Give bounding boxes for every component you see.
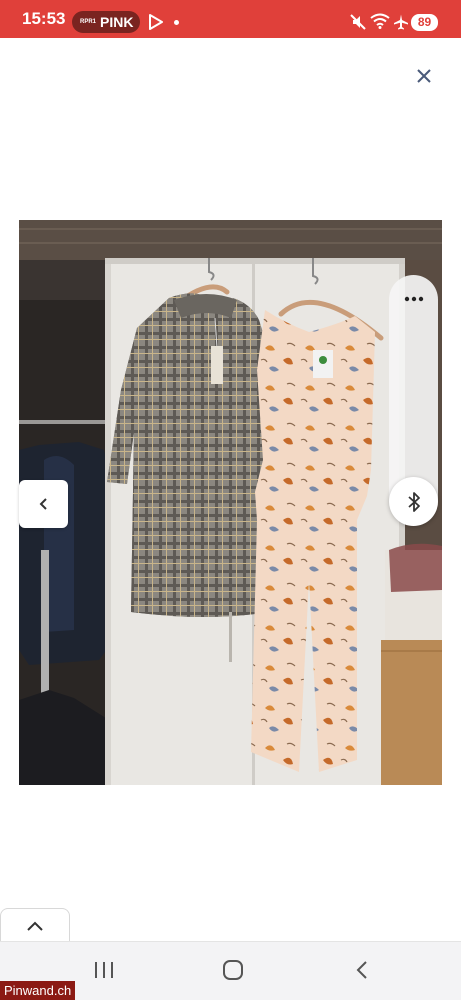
radio-badge: RPR1 PINK <box>72 11 140 33</box>
status-bar: 15:53 RPR1 PINK 89 <box>0 0 461 38</box>
home-icon[interactable] <box>222 959 244 981</box>
screen: 15:53 RPR1 PINK 89 Pinwand.ch <box>0 0 461 1000</box>
more-options-button[interactable] <box>389 275 438 323</box>
back-icon[interactable] <box>354 959 370 981</box>
status-time: 15:53 <box>22 9 66 28</box>
wifi-icon <box>370 13 390 29</box>
close-icon[interactable] <box>410 62 438 90</box>
notification-dot <box>174 20 179 25</box>
previous-button[interactable] <box>19 480 68 528</box>
expand-tab[interactable] <box>0 908 70 942</box>
chevron-up-icon <box>27 921 43 931</box>
recents-icon[interactable] <box>93 960 115 980</box>
radio-name: PINK <box>100 14 134 30</box>
mute-icon <box>350 14 366 30</box>
radio-brand: RPR1 <box>80 19 97 25</box>
play-store-icon <box>149 14 163 30</box>
bluetooth-icon <box>407 491 420 512</box>
dresses-image <box>19 220 442 785</box>
airplane-icon <box>394 14 408 30</box>
watermark: Pinwand.ch <box>0 981 76 1000</box>
more-horizontal-icon <box>404 296 423 302</box>
product-photo[interactable] <box>19 220 442 785</box>
bluetooth-button[interactable] <box>389 477 438 526</box>
battery-indicator: 89 <box>411 14 438 31</box>
chevron-left-icon <box>39 498 47 510</box>
